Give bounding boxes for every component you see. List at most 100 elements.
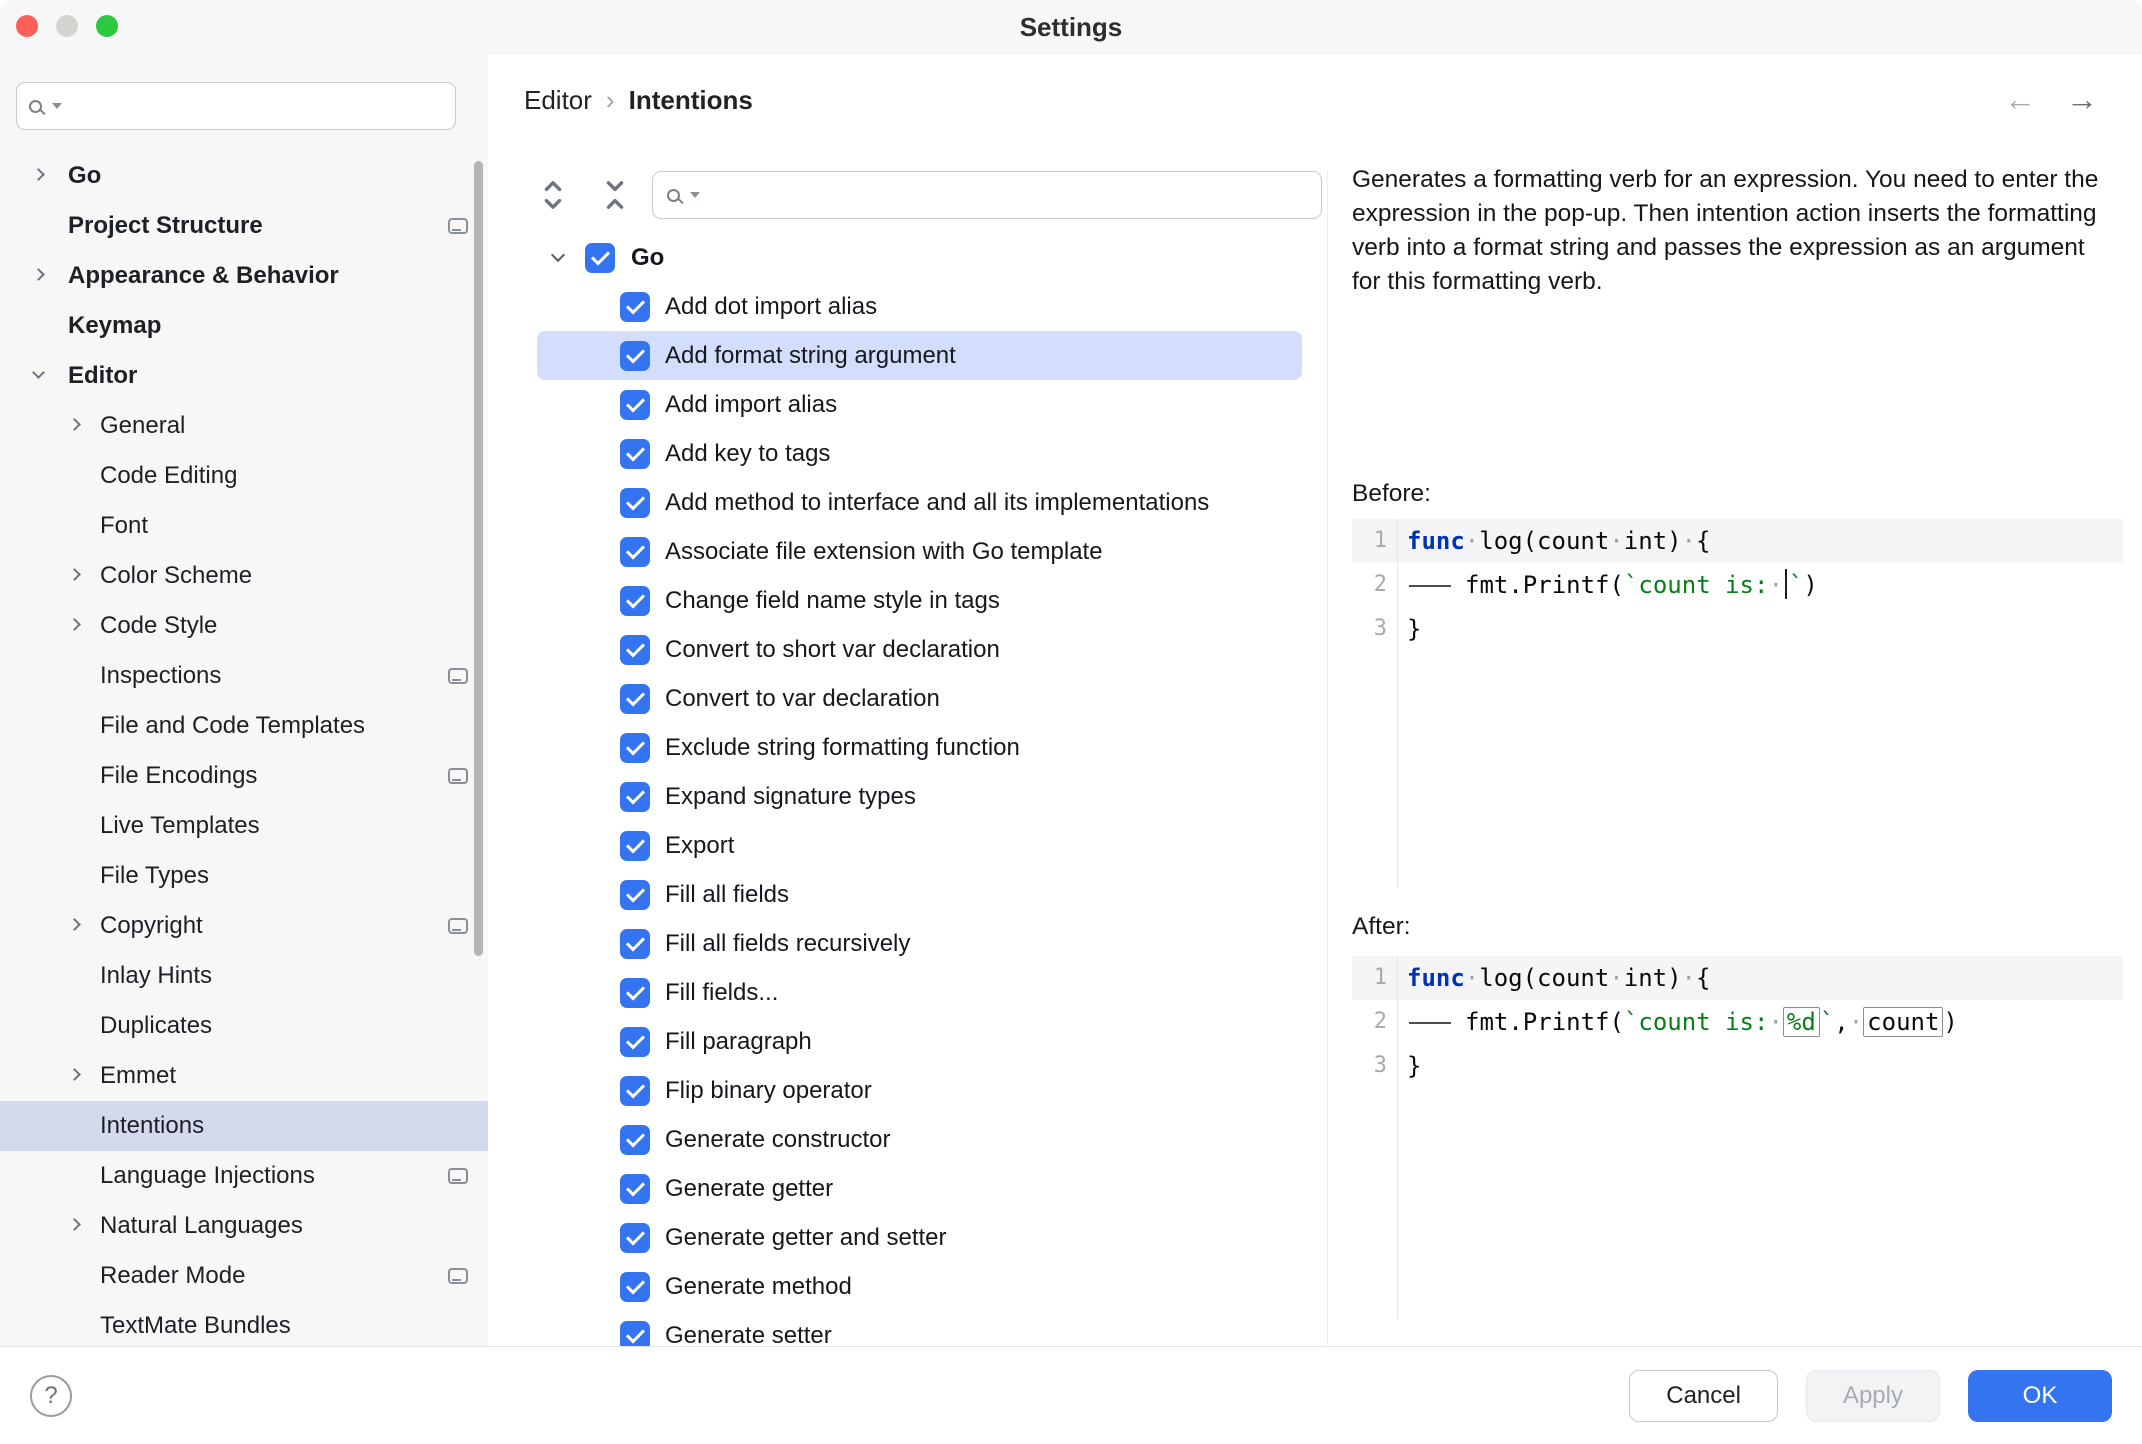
checkbox-checked-icon[interactable] bbox=[620, 439, 650, 469]
checkbox-checked-icon[interactable] bbox=[620, 978, 650, 1008]
intention-row-export[interactable]: Export bbox=[510, 821, 1327, 870]
sidebar-search-input[interactable] bbox=[72, 92, 443, 120]
intention-row-associate-file-extension-with-go-template[interactable]: Associate file extension with Go templat… bbox=[510, 527, 1327, 576]
intention-row-generate-getter-and-setter[interactable]: Generate getter and setter bbox=[510, 1213, 1327, 1262]
sidebar-item-inspections[interactable]: Inspections bbox=[0, 651, 488, 701]
sidebar-item-editor[interactable]: Editor bbox=[0, 351, 488, 401]
sidebar-item-natural-languages[interactable]: Natural Languages bbox=[0, 1201, 488, 1251]
chevron-down-icon[interactable] bbox=[551, 248, 565, 262]
intention-row-add-key-to-tags[interactable]: Add key to tags bbox=[510, 429, 1327, 478]
checkbox-checked-icon[interactable] bbox=[620, 733, 650, 763]
screen-icon bbox=[448, 218, 468, 234]
sidebar-item-emmet[interactable]: Emmet bbox=[0, 1051, 488, 1101]
cancel-button[interactable]: Cancel bbox=[1629, 1370, 1778, 1422]
intention-row-generate-method[interactable]: Generate method bbox=[510, 1262, 1327, 1311]
intention-row-fill-all-fields[interactable]: Fill all fields bbox=[510, 870, 1327, 919]
chevron-right-icon[interactable] bbox=[32, 268, 45, 281]
forward-arrow-icon[interactable]: → bbox=[2066, 81, 2098, 118]
checkbox-checked-icon[interactable] bbox=[620, 782, 650, 812]
intention-row-change-field-name-style-in-tags[interactable]: Change field name style in tags bbox=[510, 576, 1327, 625]
checkbox-checked-icon[interactable] bbox=[620, 341, 650, 371]
intention-label: Fill all fields recursively bbox=[665, 930, 910, 958]
expand-all-icon[interactable] bbox=[536, 173, 570, 217]
intention-row-convert-to-var-declaration[interactable]: Convert to var declaration bbox=[510, 674, 1327, 723]
intention-row-convert-to-short-var-declaration[interactable]: Convert to short var declaration bbox=[510, 625, 1327, 674]
sidebar-item-code-editing[interactable]: Code Editing bbox=[0, 451, 488, 501]
sidebar-item-keymap[interactable]: Keymap bbox=[0, 301, 488, 351]
checkbox-checked-icon[interactable] bbox=[620, 1321, 650, 1347]
back-arrow-icon[interactable]: ← bbox=[2004, 81, 2036, 118]
checkbox-checked-icon[interactable] bbox=[620, 831, 650, 861]
intention-row-add-format-string-argument[interactable]: Add format string argument bbox=[537, 331, 1302, 380]
apply-button[interactable]: Apply bbox=[1806, 1370, 1940, 1422]
sidebar-item-textmate-bundles[interactable]: TextMate Bundles bbox=[0, 1301, 488, 1346]
sidebar-item-file-encodings[interactable]: File Encodings bbox=[0, 751, 488, 801]
intention-row-generate-getter[interactable]: Generate getter bbox=[510, 1164, 1327, 1213]
checkbox-checked-icon[interactable] bbox=[620, 1223, 650, 1253]
sidebar-item-language-injections[interactable]: Language Injections bbox=[0, 1151, 488, 1201]
chevron-right-icon[interactable] bbox=[68, 1068, 81, 1081]
chevron-right-icon[interactable] bbox=[68, 918, 81, 931]
checkbox-checked-icon[interactable] bbox=[620, 929, 650, 959]
line-number: 2 bbox=[1374, 563, 1387, 607]
sidebar-item-font[interactable]: Font bbox=[0, 501, 488, 551]
chevron-down-icon[interactable] bbox=[32, 366, 45, 379]
sidebar-item-inlay-hints[interactable]: Inlay Hints bbox=[0, 951, 488, 1001]
breadcrumb-editor[interactable]: Editor bbox=[524, 85, 592, 116]
sidebar-item-file-types[interactable]: File Types bbox=[0, 851, 488, 901]
intention-row-fill-fields[interactable]: Fill fields... bbox=[510, 968, 1327, 1017]
intentions-search-box[interactable] bbox=[652, 171, 1322, 219]
sidebar-item-general[interactable]: General bbox=[0, 401, 488, 451]
sidebar-search-box[interactable] bbox=[16, 82, 456, 130]
checkbox-checked-icon[interactable] bbox=[620, 684, 650, 714]
chevron-right-icon[interactable] bbox=[68, 618, 81, 631]
intention-row-generate-constructor[interactable]: Generate constructor bbox=[510, 1115, 1327, 1164]
intention-row-fill-all-fields-recursively[interactable]: Fill all fields recursively bbox=[510, 919, 1327, 968]
titlebar: Settings bbox=[0, 0, 2142, 55]
sidebar-item-project-structure[interactable]: Project Structure bbox=[0, 201, 488, 251]
intention-label: Expand signature types bbox=[665, 783, 916, 811]
intention-row-flip-binary-operator[interactable]: Flip binary operator bbox=[510, 1066, 1327, 1115]
checkbox-checked-icon[interactable] bbox=[620, 537, 650, 567]
sidebar-item-copyright[interactable]: Copyright bbox=[0, 901, 488, 951]
ok-button[interactable]: OK bbox=[1968, 1370, 2112, 1422]
chevron-right-icon[interactable] bbox=[68, 418, 81, 431]
checkbox-checked-icon[interactable] bbox=[585, 243, 615, 273]
intention-row-fill-paragraph[interactable]: Fill paragraph bbox=[510, 1017, 1327, 1066]
intention-row-expand-signature-types[interactable]: Expand signature types bbox=[510, 772, 1327, 821]
help-button[interactable]: ? bbox=[30, 1375, 72, 1417]
sidebar-item-reader-mode[interactable]: Reader Mode bbox=[0, 1251, 488, 1301]
sidebar-item-intentions[interactable]: Intentions bbox=[0, 1101, 488, 1151]
intention-row-add-import-alias[interactable]: Add import alias bbox=[510, 380, 1327, 429]
sidebar-item-go[interactable]: Go bbox=[0, 151, 488, 201]
sidebar-item-appearance-behavior[interactable]: Appearance & Behavior bbox=[0, 251, 488, 301]
collapse-all-icon[interactable] bbox=[598, 173, 632, 217]
chevron-right-icon[interactable] bbox=[68, 1218, 81, 1231]
chevron-right-icon[interactable] bbox=[68, 568, 81, 581]
intentions-search-input[interactable] bbox=[710, 181, 1307, 209]
intention-label: Generate getter and setter bbox=[665, 1224, 947, 1252]
checkbox-checked-icon[interactable] bbox=[620, 1272, 650, 1302]
checkbox-checked-icon[interactable] bbox=[620, 586, 650, 616]
intention-row-add-method-to-interface-and-all-its-implementations[interactable]: Add method to interface and all its impl… bbox=[510, 478, 1327, 527]
checkbox-checked-icon[interactable] bbox=[620, 292, 650, 322]
intention-row-add-dot-import-alias[interactable]: Add dot import alias bbox=[510, 282, 1327, 331]
checkbox-checked-icon[interactable] bbox=[620, 488, 650, 518]
checkbox-checked-icon[interactable] bbox=[620, 1076, 650, 1106]
intention-row-generate-setter[interactable]: Generate setter bbox=[510, 1311, 1327, 1346]
sidebar-item-color-scheme[interactable]: Color Scheme bbox=[0, 551, 488, 601]
checkbox-checked-icon[interactable] bbox=[620, 1125, 650, 1155]
checkbox-checked-icon[interactable] bbox=[620, 1027, 650, 1057]
chevron-right-icon[interactable] bbox=[32, 168, 45, 181]
checkbox-checked-icon[interactable] bbox=[620, 635, 650, 665]
checkbox-checked-icon[interactable] bbox=[620, 390, 650, 420]
sidebar-item-file-and-code-templates[interactable]: File and Code Templates bbox=[0, 701, 488, 751]
checkbox-checked-icon[interactable] bbox=[620, 880, 650, 910]
sidebar-item-duplicates[interactable]: Duplicates bbox=[0, 1001, 488, 1051]
checkbox-checked-icon[interactable] bbox=[620, 1174, 650, 1204]
intention-group-row[interactable]: Go bbox=[510, 233, 1327, 282]
sidebar-scrollbar[interactable] bbox=[474, 161, 483, 956]
sidebar-item-code-style[interactable]: Code Style bbox=[0, 601, 488, 651]
sidebar-item-live-templates[interactable]: Live Templates bbox=[0, 801, 488, 851]
intention-row-exclude-string-formatting-function[interactable]: Exclude string formatting function bbox=[510, 723, 1327, 772]
